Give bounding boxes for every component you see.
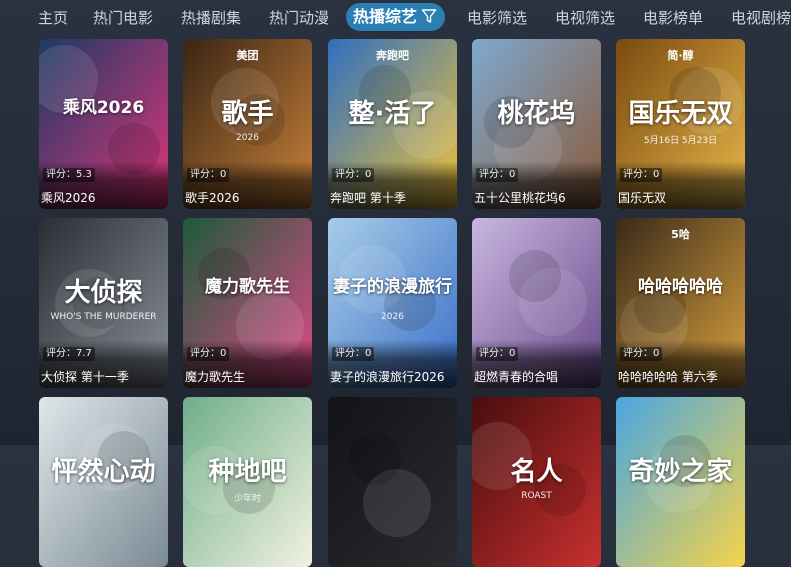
poster-title-art: 种地吧 bbox=[208, 457, 287, 487]
poster-logo: 奔跑吧 bbox=[376, 49, 409, 62]
tab-movie-filter[interactable]: 电影筛选 bbox=[467, 8, 527, 28]
rating-badge: 评分：0 bbox=[476, 168, 519, 182]
tab-hot-anime[interactable]: 热门动漫 bbox=[269, 8, 329, 28]
poster-title-art: 名人 bbox=[510, 457, 563, 487]
rating-badge: 评分：0 bbox=[332, 168, 375, 182]
poster-title-art: 哈哈哈哈哈 bbox=[638, 277, 723, 297]
tab-hot-variety-label: 热播综艺 bbox=[353, 7, 418, 26]
poster-card[interactable]: 桃花坞评分：0 五十公里桃花坞6 bbox=[472, 39, 601, 209]
poster-logo: 美团 bbox=[236, 49, 259, 62]
poster-card[interactable]: 种地吧 少年时 bbox=[183, 397, 312, 567]
poster-card[interactable]: 妻子的浪漫旅行 2026 评分：0 妻子的浪漫旅行2026 bbox=[328, 218, 457, 388]
poster-title: 乘风2026 bbox=[41, 191, 96, 205]
rating-badge: 评分：0 bbox=[620, 347, 663, 361]
poster-logo: 简·醇 bbox=[667, 49, 694, 62]
poster-subtitle: ROAST bbox=[521, 491, 552, 501]
poster-card[interactable]: 魔力歌先生 评分：0 魔力歌先生 bbox=[183, 218, 312, 388]
tab-hot-series[interactable]: 热播剧集 bbox=[181, 8, 241, 28]
poster-title: 奔跑吧 第十季 bbox=[330, 191, 406, 205]
poster-subtitle: WHO'S THE MURDERER bbox=[50, 312, 157, 322]
rating-badge: 评分：0 bbox=[620, 168, 663, 182]
poster-title-art: 大侦探 bbox=[64, 278, 143, 308]
poster-title-art: 奇妙之家 bbox=[628, 457, 733, 487]
poster-title: 国乐无双 bbox=[618, 191, 667, 205]
poster-subtitle: 少年时 bbox=[233, 494, 261, 504]
poster-title-art: 歌手 bbox=[221, 99, 274, 129]
poster-subtitle: 2026 bbox=[381, 312, 404, 322]
poster-title: 大侦探 第十一季 bbox=[41, 370, 129, 384]
poster-card[interactable] bbox=[328, 397, 457, 567]
poster-card[interactable]: 名人 ROAST bbox=[472, 397, 601, 567]
poster-title: 超燃青春的合唱 bbox=[474, 370, 559, 384]
poster-title-art: 乘风2026 bbox=[62, 98, 145, 118]
rating-badge: 评分：0 bbox=[332, 347, 375, 361]
rating-badge: 评分：0 bbox=[187, 347, 230, 361]
poster-title-art: 魔力歌先生 bbox=[205, 277, 290, 297]
tab-movie-chart[interactable]: 电影榜单 bbox=[643, 8, 703, 28]
poster-card[interactable]: 奔跑吧整·活了评分：0 奔跑吧 第十季 bbox=[328, 39, 457, 209]
top-nav: 主页 热门电影 热播剧集 热门动漫 热播综艺 电影筛选 电视筛选 电影榜单 电视… bbox=[0, 0, 791, 36]
rating-badge: 评分：7.7 bbox=[43, 347, 95, 361]
poster-image bbox=[328, 397, 457, 567]
poster-subtitle: 5月16日 5月23日 bbox=[643, 136, 718, 146]
poster-card[interactable]: 乘风2026 评分：5.3 乘风2026 bbox=[39, 39, 168, 209]
poster-card[interactable]: 评分：0 超燃青春的合唱 bbox=[472, 218, 601, 388]
poster-title-art: 整·活了 bbox=[348, 99, 437, 129]
poster-card[interactable]: 美团 歌手 2026 评分：0 歌手2026 bbox=[183, 39, 312, 209]
poster-title: 歌手2026 bbox=[185, 191, 240, 205]
poster-title-art: 国乐无双 bbox=[628, 99, 733, 129]
filter-icon bbox=[421, 9, 437, 23]
poster-logo: 5哈 bbox=[671, 228, 690, 241]
rating-badge: 评分：5.3 bbox=[43, 168, 95, 182]
poster-card[interactable]: 大侦探 WHO'S THE MURDERER 评分：7.7 大侦探 第十一季 bbox=[39, 218, 168, 388]
tab-tv-chart[interactable]: 电视剧榜 bbox=[731, 8, 791, 28]
poster-card[interactable]: 5哈哈哈哈哈哈评分：0 哈哈哈哈哈 第六季 bbox=[616, 218, 745, 388]
poster-title: 魔力歌先生 bbox=[185, 370, 246, 384]
poster-title: 哈哈哈哈哈 第六季 bbox=[618, 370, 718, 384]
poster-card[interactable]: 简·醇国乐无双 5月16日 5月23日评分：0 国乐无双 bbox=[616, 39, 745, 209]
poster-title-art: 怦然心动 bbox=[51, 457, 156, 487]
tab-hot-movies[interactable]: 热门电影 bbox=[93, 8, 153, 28]
poster-title: 妻子的浪漫旅行2026 bbox=[330, 370, 445, 384]
rating-badge: 评分：0 bbox=[476, 347, 519, 361]
poster-title: 五十公里桃花坞6 bbox=[474, 191, 566, 205]
poster-card[interactable]: 奇妙之家 bbox=[616, 397, 745, 567]
rating-badge: 评分：0 bbox=[187, 168, 230, 182]
poster-title-art: 桃花坞 bbox=[497, 99, 576, 129]
tab-home[interactable]: 主页 bbox=[38, 8, 68, 28]
poster-card[interactable]: 怦然心动 bbox=[39, 397, 168, 567]
poster-title-art: 妻子的浪漫旅行 bbox=[333, 277, 452, 297]
poster-subtitle: 2026 bbox=[236, 133, 259, 143]
tab-hot-variety[interactable]: 热播综艺 bbox=[346, 3, 446, 31]
tab-tv-filter[interactable]: 电视筛选 bbox=[555, 8, 615, 28]
